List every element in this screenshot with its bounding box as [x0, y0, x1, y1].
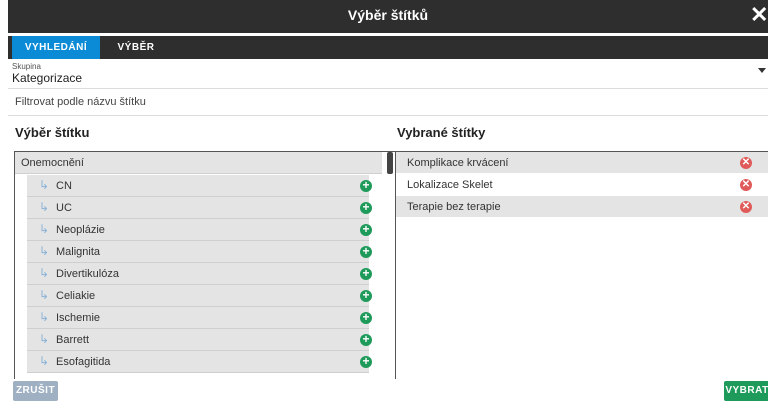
selected-tag-row: Komplikace krvácení ✕: [396, 152, 768, 174]
cancel-button[interactable]: ZRUŠIT: [13, 381, 58, 401]
scrollbar-thumb[interactable]: [387, 152, 393, 174]
selected-tag-label: Komplikace krvácení: [407, 157, 509, 169]
selected-tag-row: Lokalizace Skelet ✕: [396, 174, 768, 196]
tree-item-label: UC: [56, 202, 72, 214]
subitem-arrow-icon: ↳: [39, 288, 50, 302]
tree-item[interactable]: ↳ Neoplázie +: [27, 219, 372, 241]
tree-item[interactable]: ↳ Malignita +: [27, 241, 372, 263]
available-tags-panel: Onemocnění ↳ CN + ↳ UC + ↳ Neoplázie + ↳ Malignita…: [14, 151, 395, 379]
group-select[interactable]: Skupina Kategorizace: [8, 59, 768, 89]
selected-tag-label: Terapie bez terapie: [407, 201, 501, 213]
tab-selection[interactable]: VÝBĚR: [108, 36, 164, 59]
tree-item-label: Celiakie: [56, 290, 96, 302]
tree-item[interactable]: ↳ UC +: [27, 197, 372, 219]
close-icon[interactable]: ✕: [750, 3, 768, 27]
group-select-value: Kategorizace: [12, 71, 83, 85]
filter-input[interactable]: [8, 89, 768, 115]
tree-list: ↳ CN + ↳ UC + ↳ Neoplázie + ↳ Malignita + ↳ Divertiku…: [27, 175, 372, 373]
plus-circle-icon[interactable]: +: [360, 355, 372, 368]
chevron-down-icon[interactable]: [758, 68, 766, 73]
tree-item-label: Malignita: [56, 246, 101, 258]
subitem-arrow-icon: ↳: [39, 332, 50, 346]
x-circle-icon[interactable]: ✕: [740, 179, 752, 191]
tree-item-label: Divertikulóza: [56, 268, 119, 280]
tree-group-header[interactable]: Onemocnění: [15, 152, 382, 174]
tree-item-label: CN: [56, 180, 72, 192]
tree-item-label: Esofagitida: [56, 356, 111, 368]
tab-bar: VYHLEDÁNÍ VÝBĚR: [8, 36, 768, 59]
plus-circle-icon[interactable]: +: [360, 289, 372, 302]
tree-item[interactable]: ↳ Barrett +: [27, 329, 372, 351]
subitem-arrow-icon: ↳: [39, 244, 50, 258]
subitem-arrow-icon: ↳: [39, 354, 50, 368]
plus-circle-icon[interactable]: +: [360, 223, 372, 236]
tree-item[interactable]: ↳ Ischemie +: [27, 307, 372, 329]
tree-item-label: Ischemie: [56, 312, 101, 324]
selected-tags-panel: Komplikace krvácení ✕ Lokalizace Skelet ✕ Te…: [395, 151, 768, 379]
plus-circle-icon[interactable]: +: [360, 201, 372, 214]
x-circle-icon[interactable]: ✕: [740, 201, 752, 213]
subitem-arrow-icon: ↳: [39, 310, 50, 324]
plus-circle-icon[interactable]: +: [360, 179, 372, 192]
available-tags-heading: Výběr štítku: [15, 125, 90, 140]
plus-circle-icon[interactable]: +: [360, 311, 372, 324]
selected-tag-label: Lokalizace Skelet: [407, 179, 493, 191]
dialog-title: Výběr štítků: [347, 7, 429, 23]
select-button[interactable]: VYBRAT: [724, 381, 768, 401]
selected-tags-heading: Vybrané štítky: [397, 125, 486, 140]
plus-circle-icon[interactable]: +: [360, 245, 372, 258]
tree-item[interactable]: ↳ CN +: [27, 175, 372, 197]
tree-item-label: Neoplázie: [56, 224, 105, 236]
subitem-arrow-icon: ↳: [39, 266, 50, 280]
tree-item[interactable]: ↳ Esofagitida +: [27, 351, 372, 373]
tree-item[interactable]: ↳ Celiakie +: [27, 285, 372, 307]
tab-search[interactable]: VYHLEDÁNÍ: [12, 36, 100, 59]
filter-field: [8, 89, 768, 116]
tree-item-label: Barrett: [56, 334, 90, 346]
plus-circle-icon[interactable]: +: [360, 267, 372, 280]
x-circle-icon[interactable]: ✕: [740, 157, 752, 169]
subitem-arrow-icon: ↳: [39, 200, 50, 214]
tree-item[interactable]: ↳ Divertikulóza +: [27, 263, 372, 285]
group-select-label: Skupina: [12, 62, 41, 71]
plus-circle-icon[interactable]: +: [360, 333, 372, 346]
selected-tag-row: Terapie bez terapie ✕: [396, 196, 768, 218]
subitem-arrow-icon: ↳: [39, 222, 50, 236]
subitem-arrow-icon: ↳: [39, 178, 50, 192]
dialog-titlebar: Výběr štítků ✕: [0, 0, 768, 33]
